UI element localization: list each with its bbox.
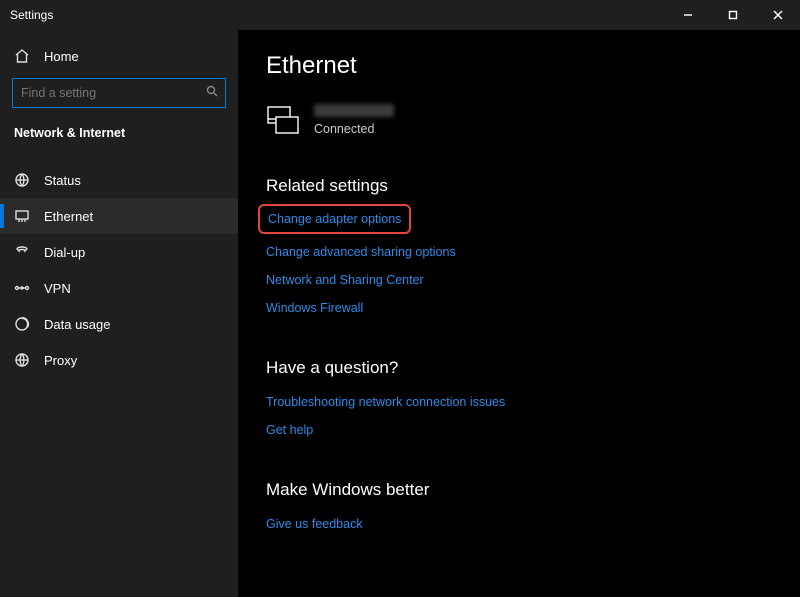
question-links: Troubleshooting network connection issue… <box>266 388 800 444</box>
sidebar-item-label: Data usage <box>44 317 111 332</box>
connection-status: Connected <box>314 122 394 136</box>
link-network-sharing-center[interactable]: Network and Sharing Center <box>266 266 800 294</box>
datausage-icon <box>14 316 30 332</box>
sidebar-item-label: Status <box>44 173 81 188</box>
link-troubleshooting[interactable]: Troubleshooting network connection issue… <box>266 388 800 416</box>
search-icon <box>206 85 218 100</box>
related-settings-links: Change adapter options Change advanced s… <box>266 204 800 322</box>
search-wrap <box>0 72 238 118</box>
titlebar: Settings <box>0 0 800 30</box>
feedback-heading: Make Windows better <box>266 480 800 500</box>
close-button[interactable] <box>755 0 800 30</box>
related-settings-heading: Related settings <box>266 176 800 196</box>
page-title: Ethernet <box>266 52 800 80</box>
sidebar-item-dialup[interactable]: Dial-up <box>0 234 238 270</box>
link-get-help[interactable]: Get help <box>266 416 800 444</box>
link-windows-firewall[interactable]: Windows Firewall <box>266 294 800 322</box>
dialup-icon <box>14 244 30 260</box>
maximize-button[interactable] <box>710 0 755 30</box>
sidebar-nav: Status Ethernet Dial-up VPN <box>0 162 238 378</box>
sidebar-item-proxy[interactable]: Proxy <box>0 342 238 378</box>
sidebar-item-vpn[interactable]: VPN <box>0 270 238 306</box>
window-controls <box>665 0 800 30</box>
sidebar-item-label: Ethernet <box>44 209 93 224</box>
feedback-links: Give us feedback <box>266 510 800 538</box>
vpn-icon <box>14 280 30 296</box>
link-give-feedback[interactable]: Give us feedback <box>266 510 800 538</box>
link-change-advanced-sharing[interactable]: Change advanced sharing options <box>266 238 800 266</box>
sidebar-section-label: Network & Internet <box>0 118 238 148</box>
connection-name <box>314 104 394 117</box>
sidebar-item-status[interactable]: Status <box>0 162 238 198</box>
proxy-icon <box>14 352 30 368</box>
sidebar-item-ethernet[interactable]: Ethernet <box>0 198 238 234</box>
home-icon <box>14 48 30 64</box>
connection-icon <box>266 105 300 135</box>
sidebar-home[interactable]: Home <box>0 40 238 72</box>
link-change-adapter-options[interactable]: Change adapter options <box>258 204 411 234</box>
connection-text: Connected <box>314 104 394 136</box>
sidebar: Home Network & Internet Status Ethernet <box>0 30 238 597</box>
ethernet-icon <box>14 208 30 224</box>
question-heading: Have a question? <box>266 358 800 378</box>
sidebar-item-label: Proxy <box>44 353 77 368</box>
connection-row[interactable]: Connected <box>266 104 800 136</box>
sidebar-item-label: Dial-up <box>44 245 85 260</box>
search-input[interactable] <box>12 78 226 108</box>
status-icon <box>14 172 30 188</box>
sidebar-item-datausage[interactable]: Data usage <box>0 306 238 342</box>
minimize-button[interactable] <box>665 0 710 30</box>
window-title: Settings <box>10 8 53 22</box>
sidebar-home-label: Home <box>44 49 79 64</box>
sidebar-item-label: VPN <box>44 281 71 296</box>
main-panel: Ethernet Connected Related settings Chan… <box>238 30 800 597</box>
